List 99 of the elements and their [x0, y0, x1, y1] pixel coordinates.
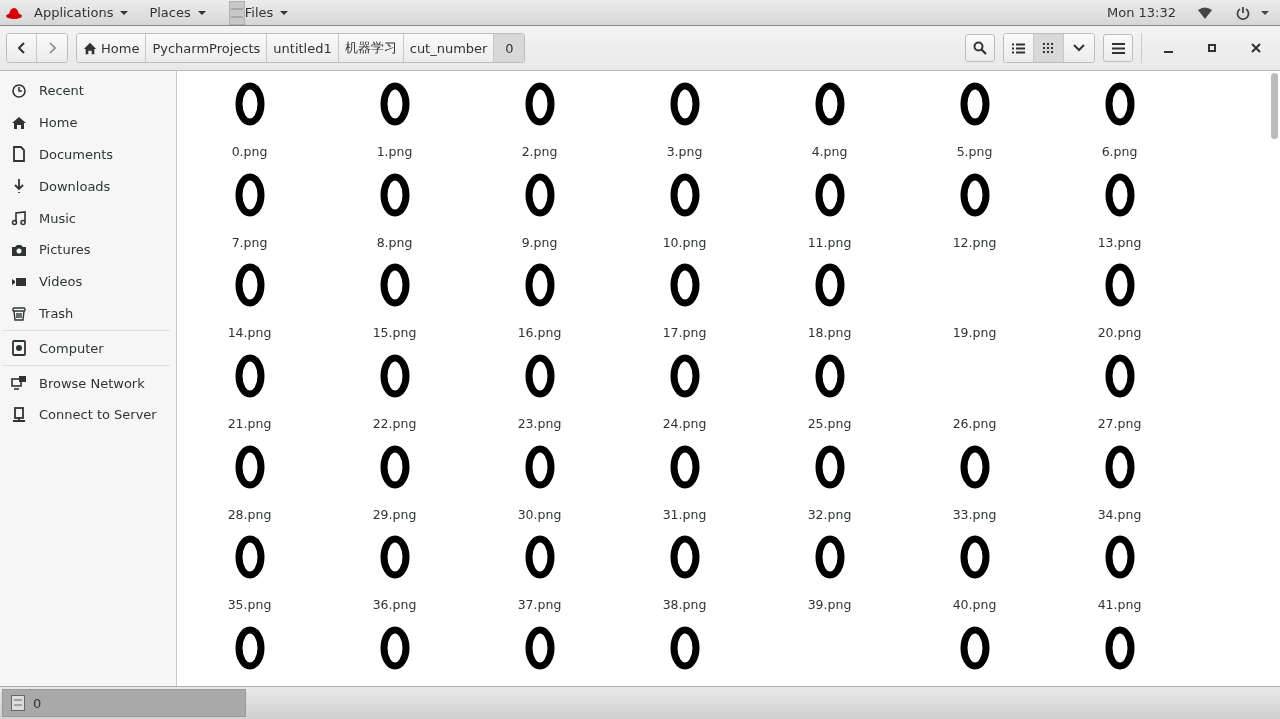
file-name[interactable]: 38.png: [662, 597, 707, 613]
list-icon: [1012, 42, 1025, 54]
back-button[interactable]: [7, 34, 37, 62]
caret-icon[interactable]: [1260, 9, 1270, 16]
file-name[interactable]: 30.png: [517, 506, 562, 522]
caret-icon: [196, 9, 207, 16]
file-name[interactable]: 17.png: [662, 325, 707, 341]
file-name[interactable]: 39.png: [807, 597, 852, 613]
document-icon: [11, 146, 27, 163]
sidebar-item[interactable]: Computer: [0, 332, 176, 365]
clock: Mon 13:32: [1107, 5, 1176, 20]
file-name[interactable]: 35.png: [227, 597, 272, 613]
hat-icon: [6, 6, 22, 19]
file-name[interactable]: 29.png: [372, 506, 417, 522]
search-button[interactable]: [965, 34, 995, 62]
path-button[interactable]: 机器学习: [338, 34, 404, 62]
file-name[interactable]: 16.png: [517, 325, 562, 341]
view-options-button[interactable]: [1064, 34, 1094, 62]
file-name[interactable]: 5.png: [956, 144, 993, 159]
chevron-left-icon: [17, 42, 26, 54]
music-icon: [11, 210, 27, 227]
file-name[interactable]: 12.png: [952, 234, 997, 250]
file-name[interactable]: 34.png: [1097, 506, 1142, 522]
file-name[interactable]: 11.png: [807, 234, 852, 250]
path-button[interactable]: PycharmProjects: [146, 34, 268, 62]
close-icon: [1251, 43, 1261, 53]
file-name[interactable]: 0.png: [231, 144, 268, 159]
wifi-icon[interactable]: [1198, 6, 1212, 19]
file-name[interactable]: 6.png: [1101, 144, 1138, 159]
power-icon[interactable]: [1236, 5, 1250, 20]
sidebar-item[interactable]: Browse Network: [0, 367, 176, 399]
grid-view-button[interactable]: [1034, 34, 1064, 62]
file-name[interactable]: 33.png: [952, 506, 997, 522]
path-button[interactable]: 0: [494, 34, 525, 62]
sidebar-item[interactable]: Recent: [0, 75, 176, 107]
taskbar-window-button[interactable]: 0: [2, 689, 246, 717]
sidebar-item[interactable]: Downloads: [0, 170, 176, 203]
file-name[interactable]: 36.png: [372, 597, 417, 613]
sidebar-item[interactable]: Videos: [0, 265, 176, 298]
menu-icon: [1111, 42, 1125, 54]
search-icon: [973, 41, 987, 55]
home-icon: [83, 41, 97, 55]
minimize-icon: [1163, 51, 1173, 53]
file-name[interactable]: 2.png: [521, 144, 558, 159]
sidebar-item[interactable]: Connect to Server: [0, 398, 176, 431]
grid-icon: [1043, 42, 1054, 54]
menu-button[interactable]: [1103, 34, 1133, 62]
file-name[interactable]: 1.png: [376, 144, 413, 159]
home-icon: [11, 114, 27, 131]
path-button[interactable]: untitled1: [267, 34, 339, 62]
download-icon: [11, 178, 27, 195]
sidebar-item[interactable]: Music: [0, 202, 176, 234]
clock-icon: [11, 82, 27, 99]
file-name[interactable]: 21.png: [227, 416, 272, 432]
caret-icon: [119, 9, 130, 16]
file-name[interactable]: 13.png: [1097, 234, 1142, 250]
file-name[interactable]: 28.png: [227, 506, 272, 522]
file-name[interactable]: 7.png: [231, 234, 268, 250]
file-name[interactable]: 25.png: [807, 416, 852, 432]
file-name[interactable]: 14.png: [227, 325, 272, 341]
file-name[interactable]: 15.png: [372, 325, 417, 341]
server-icon: [11, 406, 27, 423]
sidebar-item[interactable]: Trash: [0, 297, 176, 330]
file-name[interactable]: 9.png: [521, 234, 558, 250]
file-name[interactable]: 18.png: [807, 325, 852, 341]
network-icon: [11, 375, 27, 392]
applications-menu[interactable]: Applications: [26, 0, 138, 25]
file-name[interactable]: 4.png: [811, 144, 848, 159]
file-name[interactable]: 3.png: [666, 144, 703, 159]
file-name[interactable]: 24.png: [662, 416, 707, 432]
file-name[interactable]: 10.png: [662, 234, 707, 250]
places-menu[interactable]: Places: [141, 0, 215, 25]
file-name[interactable]: 20.png: [1097, 325, 1142, 341]
path-button[interactable]: Home: [77, 34, 147, 62]
drive-icon: [11, 340, 27, 357]
file-name[interactable]: 40.png: [952, 597, 997, 613]
file-name[interactable]: 8.png: [376, 234, 413, 250]
sidebar-item[interactable]: Documents: [0, 138, 176, 171]
maximize-icon: [1208, 44, 1216, 52]
trash-icon: [11, 305, 27, 322]
chevron-down-icon: [1073, 44, 1085, 52]
caret-icon: [279, 9, 290, 16]
list-view-button[interactable]: [1004, 34, 1034, 62]
file-name[interactable]: 31.png: [662, 506, 707, 522]
file-name[interactable]: 26.png: [952, 416, 997, 432]
file-name[interactable]: 22.png: [372, 416, 417, 432]
file-name[interactable]: 19.png: [952, 325, 997, 341]
file-name[interactable]: 37.png: [517, 597, 562, 613]
sidebar-item[interactable]: Home: [0, 106, 176, 139]
scrollbar[interactable]: [1271, 73, 1278, 139]
file-name[interactable]: 27.png: [1097, 416, 1142, 432]
file-name[interactable]: 32.png: [807, 506, 852, 522]
file-name[interactable]: 41.png: [1097, 597, 1142, 613]
window-icon: [11, 695, 25, 711]
files-menu[interactable]: Files: [236, 0, 298, 25]
path-button[interactable]: cut_number: [403, 34, 495, 62]
chevron-right-icon: [48, 42, 56, 54]
file-name[interactable]: 23.png: [517, 416, 562, 432]
sidebar-item[interactable]: Pictures: [0, 234, 176, 266]
